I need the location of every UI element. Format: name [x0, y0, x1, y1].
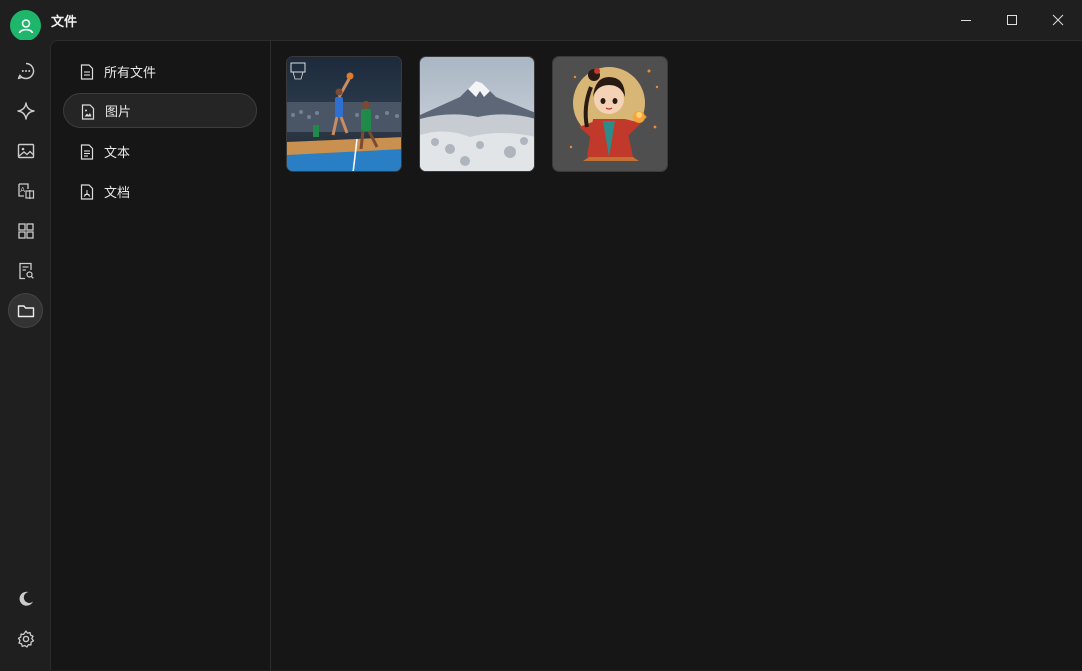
rail-document-search-button[interactable]	[8, 253, 43, 288]
rail-files-button[interactable]	[8, 293, 43, 328]
theme-toggle-button[interactable]	[8, 581, 43, 616]
cartoon-girl-image	[553, 57, 667, 171]
sparkle-icon	[16, 101, 35, 120]
category-label: 文档	[104, 186, 131, 201]
category-label: 所有文件	[104, 66, 157, 81]
basketball-image	[287, 57, 401, 171]
thumbnail-snowy-mountain-photo[interactable]	[419, 56, 535, 172]
category-label: 图片	[105, 105, 132, 120]
settings-button[interactable]	[8, 621, 43, 656]
thumbnail-cartoon-girl-photo[interactable]	[552, 56, 668, 172]
category-images[interactable]: 图片	[63, 93, 257, 128]
rail-chat-button[interactable]	[8, 53, 43, 88]
maximize-icon	[1007, 15, 1017, 25]
close-icon	[1052, 14, 1064, 26]
category-text[interactable]: 文本	[63, 134, 257, 169]
window-title: 文件	[51, 15, 78, 30]
text-file-icon	[80, 144, 94, 160]
close-button[interactable]	[1035, 0, 1081, 40]
nav-rail: A	[0, 40, 50, 670]
user-avatar[interactable]	[10, 10, 41, 41]
pdf-file-icon	[80, 184, 94, 200]
chat-icon	[17, 62, 34, 79]
thumbnail-basketball-photo[interactable]	[286, 56, 402, 172]
category-label: 文本	[104, 146, 131, 161]
category-all-files[interactable]: 所有文件	[63, 54, 257, 89]
user-icon	[18, 18, 33, 33]
svg-text:A: A	[20, 186, 25, 194]
category-documents[interactable]: 文档	[63, 174, 257, 209]
image-icon	[17, 143, 34, 158]
moon-icon	[19, 591, 33, 606]
mountain-image	[420, 57, 534, 171]
file-icon	[80, 64, 94, 80]
minimize-icon	[961, 20, 971, 21]
maximize-button[interactable]	[989, 0, 1035, 40]
rail-translate-button[interactable]: A	[8, 173, 43, 208]
rail-ai-button[interactable]	[8, 93, 43, 128]
folder-icon	[17, 304, 34, 317]
translate-icon: A	[17, 182, 34, 199]
rail-apps-button[interactable]	[8, 213, 43, 248]
category-list: 所有文件 图片 文本 文档	[51, 41, 271, 671]
document-search-icon	[18, 262, 34, 279]
minimize-button[interactable]	[943, 0, 989, 40]
main-panel: 所有文件 图片 文本 文档	[50, 40, 1082, 671]
settings-gear-icon	[17, 629, 34, 648]
apps-grid-icon	[17, 222, 34, 239]
title-bar: 文件	[0, 0, 1082, 41]
image-file-icon	[81, 104, 95, 120]
rail-image-button[interactable]	[8, 133, 43, 168]
